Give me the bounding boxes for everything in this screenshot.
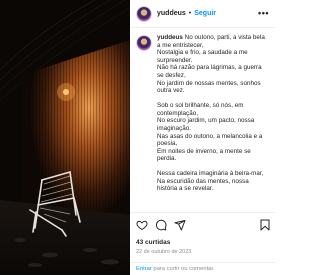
caption-line: surpreender. [157,56,193,64]
caption-line: Não há razão para lágrimas, a guerra [157,64,262,72]
comment-icon[interactable] [155,219,167,231]
caption-line: imaginação. [157,124,191,132]
caption-line: se desfez, [157,71,186,79]
caption-line: Nessa cadeira imaginária à beira-mar, [157,170,264,178]
action-row [136,219,271,233]
comment-login-bar: Entrar para curtir ou comentar. [130,262,275,275]
caption-line: Nostalgia e frio, a saudade a me [157,49,248,57]
more-horizontal-icon[interactable]: ••• [258,8,269,18]
caption-line: a me entristecer, [157,41,204,49]
caption-stanza: yuddeus No outono, parti, a vista bela a… [157,34,271,95]
heart-icon[interactable] [136,219,148,231]
post-photo[interactable] [0,0,130,275]
avatar[interactable] [136,5,152,22]
caption-line: Em noites de inverno, a mente se [157,147,251,155]
send-icon[interactable] [174,219,186,231]
likes-count[interactable]: 43 curtidas [136,239,170,246]
caption-stanza: Sob o sol brilhante, só nós, em contempl… [157,102,271,163]
caption-line: história a se revelar. [157,185,214,193]
caption-line: contemplação, [157,109,198,117]
photo-illustration [0,0,130,275]
caption-line: yuddeus No outono, parti, a vista bela [157,34,265,41]
caption-text: yuddeus No outono, parti, a vista bela a… [157,34,271,212]
username-link[interactable]: yuddeus [157,10,186,17]
caption-line: Na escuridão das mentes, nossa [157,177,249,185]
login-link[interactable]: Entrar [136,266,152,272]
caption-line: poesia, [157,140,178,148]
caption-avatar[interactable] [136,35,152,51]
caption-line: Nas asas do outono, a melancolia e a [157,132,263,140]
caption-line: outra vez. [157,87,185,95]
post-panel: yuddeus • Seguir ••• yuddeus No outono, … [130,0,275,275]
caption-section: yuddeus No outono, parti, a vista bela a… [130,30,275,212]
post-date[interactable]: 22 de outubro de 2023 [136,249,191,255]
separator-dot: • [188,10,192,17]
caption-stanza: Nessa cadeira imaginária à beira-mar, Na… [157,170,271,193]
caption-line: No jardim de nossas mentes, sonhos [157,79,261,87]
caption-line: Sob o sol brilhante, só nós, em [157,102,244,110]
caption-line: No escuro jardim, um pacto, nossa [157,117,255,125]
caption-line: perdia. [157,155,177,163]
caption-username[interactable]: yuddeus [157,34,183,41]
post-header: yuddeus • Seguir ••• [130,0,275,28]
actions-section: 43 curtidas 22 de outubro de 2023 Entrar… [130,212,275,274]
bookmark-icon[interactable] [259,219,271,231]
login-prompt-text: para curtir ou comentar. [151,266,215,272]
follow-button[interactable]: Seguir [194,10,216,17]
